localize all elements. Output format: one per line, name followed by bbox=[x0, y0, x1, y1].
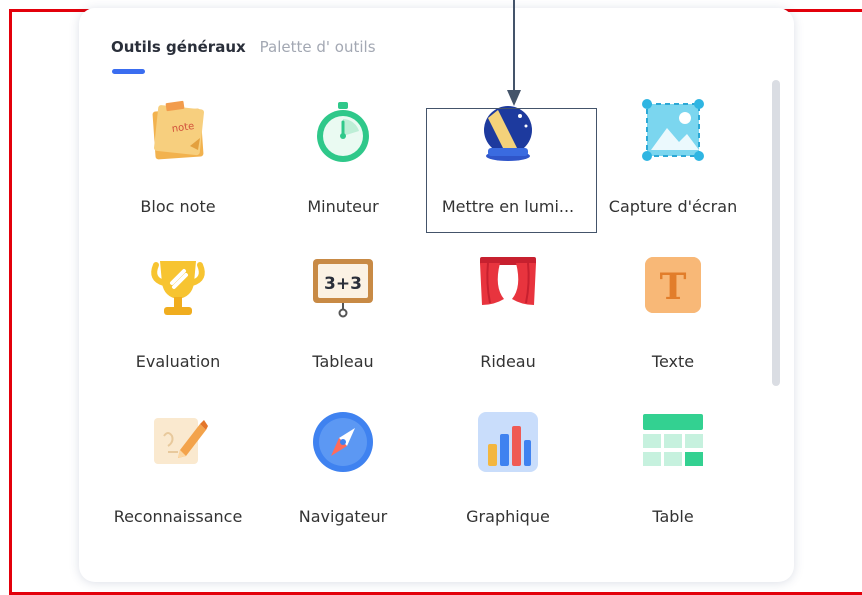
tab-bar: Outils généraux Palette d' outils bbox=[111, 34, 376, 74]
blackboard-icon: 3+3 bbox=[309, 253, 377, 321]
stopwatch-icon bbox=[309, 98, 377, 166]
tool-tableau[interactable]: 3+3 Tableau bbox=[261, 251, 425, 373]
tool-capture-ecran[interactable]: Capture d'écran bbox=[591, 96, 755, 218]
tab-general-tools[interactable]: Outils généraux bbox=[111, 38, 246, 74]
tool-rideau[interactable]: Rideau bbox=[426, 251, 590, 373]
tab-tool-palette-label: Palette d' outils bbox=[259, 38, 376, 56]
trophy-icon bbox=[144, 253, 212, 321]
sticky-note-icon: note bbox=[144, 98, 212, 166]
tool-label: Reconnaissance bbox=[113, 507, 243, 526]
screenshot-icon bbox=[639, 98, 707, 166]
tool-evaluation[interactable]: Evaluation bbox=[96, 251, 260, 373]
tool-label: Table bbox=[652, 507, 694, 526]
tool-label: Tableau bbox=[312, 352, 374, 371]
tool-texte[interactable]: T Texte bbox=[591, 251, 755, 373]
tool-label: Evaluation bbox=[135, 352, 221, 371]
tool-label: Bloc note bbox=[140, 197, 216, 216]
tool-label: Navigateur bbox=[298, 507, 388, 526]
tool-label: Graphique bbox=[466, 507, 550, 526]
svg-text:3+3: 3+3 bbox=[324, 274, 362, 294]
scrollbar[interactable] bbox=[772, 80, 780, 386]
compass-icon bbox=[309, 408, 377, 476]
bar-chart-icon bbox=[474, 408, 542, 476]
tool-reconnaissance[interactable]: Reconnaissance bbox=[96, 406, 260, 528]
pointer-arrow-icon bbox=[507, 0, 521, 106]
tool-label: Texte bbox=[651, 352, 695, 371]
tool-bloc-note[interactable]: note Bloc note bbox=[96, 96, 260, 218]
table-icon bbox=[639, 408, 707, 476]
active-tab-indicator bbox=[112, 69, 145, 74]
highlight-box bbox=[426, 108, 597, 233]
tool-minuteur[interactable]: Minuteur bbox=[261, 96, 425, 218]
tool-table[interactable]: Table bbox=[591, 406, 755, 528]
tool-label: Rideau bbox=[480, 352, 536, 371]
tool-label: Capture d'écran bbox=[608, 197, 738, 216]
curtain-icon bbox=[474, 253, 542, 321]
recognition-icon bbox=[144, 408, 212, 476]
tab-tool-palette[interactable]: Palette d' outils bbox=[260, 38, 376, 56]
svg-text:T: T bbox=[660, 266, 687, 308]
tool-label: Minuteur bbox=[307, 197, 379, 216]
text-icon: T bbox=[639, 253, 707, 321]
tool-navigateur[interactable]: Navigateur bbox=[261, 406, 425, 528]
tab-general-tools-label: Outils généraux bbox=[111, 38, 246, 56]
tool-graphique[interactable]: Graphique bbox=[426, 406, 590, 528]
